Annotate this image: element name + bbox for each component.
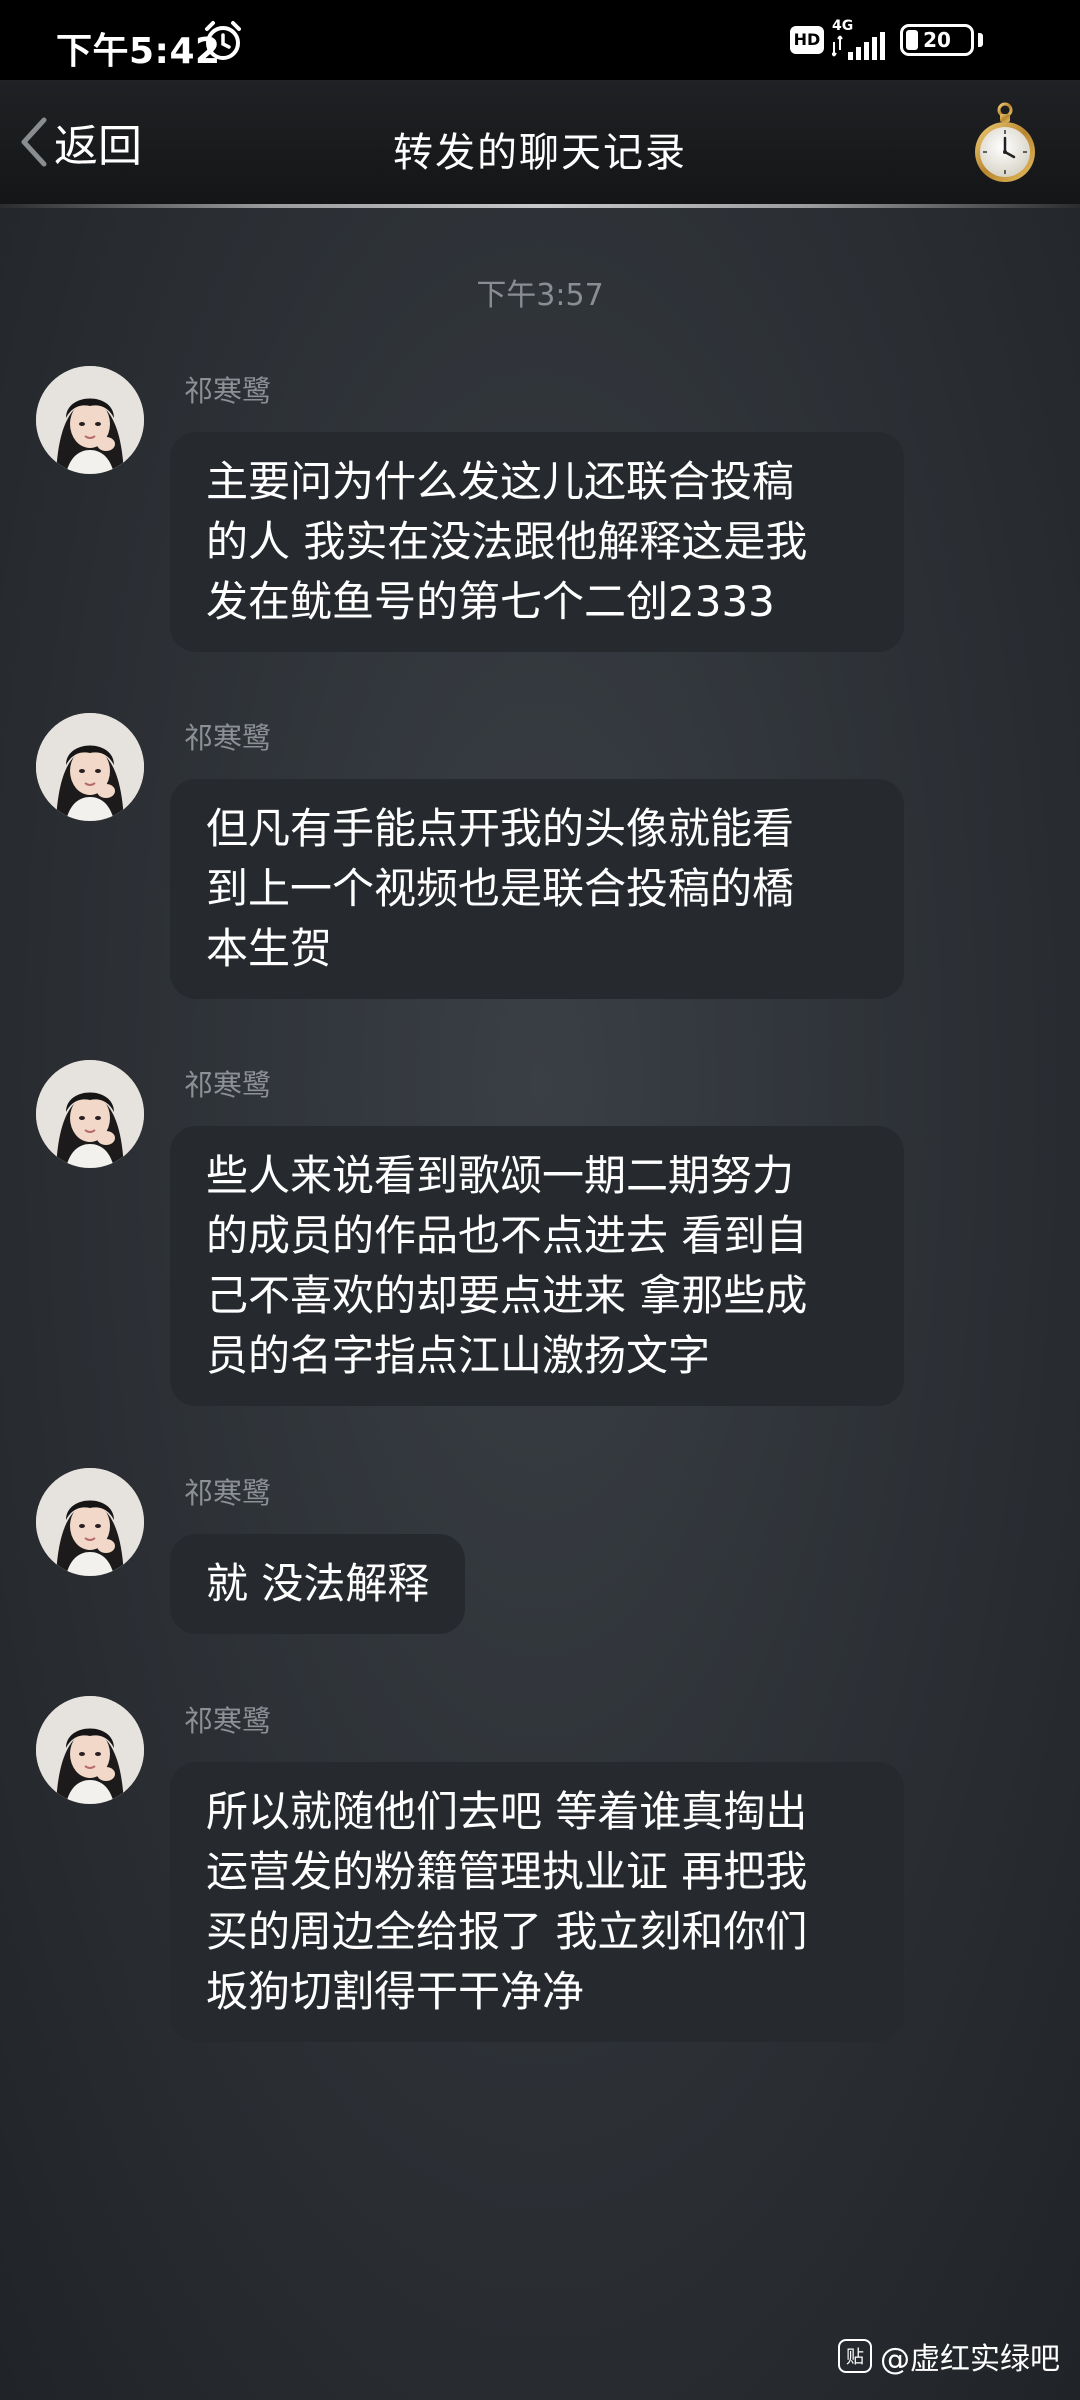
sender-name: 祁寒鹭 — [184, 1476, 272, 1510]
message-line: 就 没法解释 — [206, 1559, 430, 1608]
chat-timestamp: 下午3:57 — [476, 278, 604, 313]
avatar[interactable] — [36, 1696, 144, 1804]
avatar[interactable] — [36, 1060, 144, 1168]
message-line: 的成员的作品也不点进去 看到自 — [206, 1211, 808, 1260]
status-time: 下午5:42 — [56, 31, 221, 72]
avatar-portrait-icon — [36, 1696, 144, 1804]
message-bubble[interactable]: 就 没法解释 — [170, 1534, 466, 1634]
sender-name: 祁寒鹭 — [184, 1704, 272, 1738]
message-line: 买的周边全给报了 我立刻和你们 — [206, 1907, 808, 1956]
avatar[interactable] — [36, 713, 144, 821]
status-bar: 下午5:42 HD 4G 20 — [0, 0, 1080, 80]
avatar-portrait-icon — [36, 713, 144, 821]
avatar[interactable] — [36, 1468, 144, 1576]
message-line: 本生贺 — [206, 924, 333, 973]
alarm-clock-icon — [205, 21, 241, 60]
hd-badge: HD — [790, 26, 824, 54]
message-line: 但凡有手能点开我的头像就能看 — [206, 804, 795, 853]
watermark: 贴 @虚红实绿吧 — [838, 2334, 1060, 2378]
signal-strength-icon — [832, 32, 885, 60]
message-line: 的人 我实在没法跟他解释这是我 — [206, 517, 808, 566]
battery-tip — [978, 33, 983, 47]
battery-icon: 20 — [900, 24, 974, 56]
tieba-logo-icon: 贴 — [838, 2339, 872, 2373]
avatar-portrait-icon — [36, 1060, 144, 1168]
message-line: 己不喜欢的却要点进来 拿那些成 — [206, 1271, 808, 1320]
message-line: 所以就随他们去吧 等着谁真掏出 — [206, 1787, 808, 1836]
watermark-text: @虚红实绿吧 — [880, 2342, 1060, 2377]
avatar-portrait-icon — [36, 1468, 144, 1576]
sender-name: 祁寒鹭 — [184, 1068, 272, 1102]
page-title: 转发的聊天记录 — [393, 130, 687, 176]
sender-name: 祁寒鹭 — [184, 721, 272, 755]
message-line: 些人来说看到歌颂一期二期努力 — [206, 1151, 795, 1200]
chat-area[interactable]: 下午3:57 祁寒鹭 主要问为什么发这儿还联合投稿 的人 我实在没法跟他解释这是… — [0, 208, 1080, 2400]
message-line: 发在鱿鱼号的第七个二创2333 — [206, 577, 775, 626]
message-line: 坂狗切割得干干净净 — [206, 1967, 585, 2016]
message-bubble[interactable]: 些人来说看到歌颂一期二期努力 的成员的作品也不点进去 看到自 己不喜欢的却要点进… — [170, 1126, 904, 1406]
message-line: 运营发的粉籍管理执业证 再把我 — [206, 1847, 808, 1896]
message-line: 主要问为什么发这儿还联合投稿 — [206, 457, 795, 506]
message-bubble[interactable]: 主要问为什么发这儿还联合投稿 的人 我实在没法跟他解释这是我 发在鱿鱼号的第七个… — [170, 432, 904, 652]
battery-level: 20 — [923, 28, 951, 52]
avatar-portrait-icon — [36, 366, 144, 474]
avatar[interactable] — [36, 366, 144, 474]
nav-header: 返回 转发的聊天记录 — [0, 80, 1080, 208]
message-bubble[interactable]: 但凡有手能点开我的头像就能看 到上一个视频也是联合投稿的橋 本生贺 — [170, 779, 904, 999]
sender-name: 祁寒鹭 — [184, 374, 272, 408]
message-line: 员的名字指点江山激扬文字 — [206, 1331, 711, 1380]
pocket-watch-icon[interactable] — [972, 102, 1038, 184]
message-bubble[interactable]: 所以就随他们去吧 等着谁真掏出 运营发的粉籍管理执业证 再把我 买的周边全给报了… — [170, 1762, 904, 2042]
message-line: 到上一个视频也是联合投稿的橋 — [206, 864, 795, 913]
